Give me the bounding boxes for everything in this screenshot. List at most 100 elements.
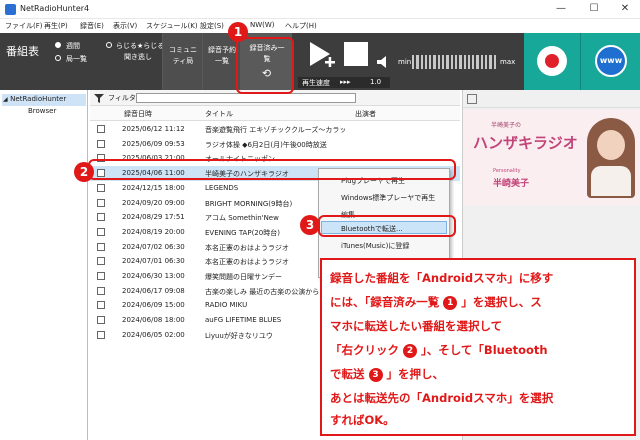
row-checkbox[interactable]	[97, 242, 105, 251]
record-icon	[537, 46, 567, 76]
volume-slider[interactable]	[412, 55, 496, 69]
minimize-button[interactable]: —	[552, 2, 570, 16]
row-checkbox[interactable]	[97, 286, 105, 295]
radiru-label: らじる★らじる	[116, 42, 165, 50]
web-button[interactable]: www	[580, 33, 640, 90]
list-header: 録音日時 タイトル 出演者	[90, 106, 460, 121]
row-checkbox[interactable]	[97, 257, 105, 266]
station-list-radio[interactable]	[55, 55, 61, 61]
step-badge-3: 3	[300, 215, 320, 235]
row-checkbox[interactable]	[97, 301, 105, 310]
title-bar: NetRadioHunter4 — ☐ ✕	[0, 0, 640, 19]
row-checkbox[interactable]	[97, 183, 105, 192]
callout-line-4: 「右クリック 2 」、そして「Bluetooth	[330, 343, 548, 358]
volume-max-label: max	[500, 58, 516, 66]
callout-line-5: で転送 3 」を押し、	[330, 367, 445, 382]
table-row[interactable]: 2025/06/09 09:53 ラジオ体操 ◆6月2日(月)午後00時放送	[90, 137, 460, 152]
community-button[interactable]: コミュニティ局	[162, 33, 202, 90]
toolbar: 番組表 週間 局一覧 らじる★らじる 聞き逃し コミュニティ局 録音予約一覧 録…	[0, 33, 640, 90]
row-checkbox[interactable]	[97, 272, 105, 280]
window-title: NetRadioHunter4	[20, 4, 90, 13]
speed-label: 再生速度	[302, 79, 330, 87]
missed-label: 聞き逃し	[124, 53, 152, 61]
image-icon[interactable]	[467, 94, 477, 104]
row-checkbox[interactable]	[97, 125, 105, 133]
menu-help[interactable]: ヘルプ(H)	[285, 21, 317, 31]
radiru-radio[interactable]	[106, 42, 112, 48]
step-badge-2: 2	[74, 162, 94, 182]
banner-personality-name: 半崎美子	[493, 179, 530, 189]
menu-play[interactable]: 再生(P)	[44, 21, 68, 31]
step-badge-1: 1	[228, 22, 248, 42]
close-button[interactable]: ✕	[616, 2, 634, 16]
row-date: 2024/09/20 09:00	[122, 198, 185, 207]
row-date: 2024/06/09 15:00	[122, 301, 185, 310]
maximize-button[interactable]: ☐	[585, 2, 603, 16]
tree-root-label: NetRadioHunter	[10, 95, 67, 103]
column-date[interactable]: 録音日時	[124, 109, 152, 119]
instruction-callout: 録音した番組を「Androidスマホ」に移す には、「録音済み一覧 1 」を選択…	[320, 258, 636, 436]
app-icon	[5, 4, 16, 15]
row-date: 2024/06/05 02:00	[122, 330, 185, 339]
row-date: 2024/06/30 13:00	[122, 272, 185, 280]
row-date: 2024/08/29 17:51	[122, 213, 185, 222]
stop-icon[interactable]	[344, 42, 368, 66]
callout-badge-1: 1	[443, 296, 458, 310]
speed-value: 1.0	[370, 78, 382, 86]
highlight-bluetooth-item	[318, 215, 456, 237]
station-list-label: 局一覧	[66, 55, 87, 63]
row-checkbox[interactable]	[97, 213, 105, 222]
program-banner: 半崎美子の ハンザキラジオ Personality 半崎美子	[463, 110, 640, 205]
ctx-itunes[interactable]: iTunes(Music)に登録	[341, 241, 409, 251]
column-performer[interactable]: 出演者	[355, 109, 376, 119]
menu-file[interactable]: ファイル(F)	[5, 21, 43, 31]
expand-icon[interactable]: ◢	[3, 96, 8, 103]
info-toolbar	[463, 90, 640, 108]
tree-item-browser[interactable]: Browser	[28, 107, 56, 115]
menu-network[interactable]: NW(W)	[250, 21, 275, 29]
highlight-recorded-list	[236, 37, 294, 94]
table-row[interactable]: 2025/06/12 11:12 音楽遊覧飛行 エキゾチッククルーズ〜カラッと…	[90, 122, 460, 137]
row-checkbox[interactable]	[97, 198, 105, 207]
callout-line-3: マホに転送したい番組を選択して	[330, 319, 503, 333]
callout-line-1: 録音した番組を「Androidスマホ」に移す	[330, 271, 554, 285]
record-button[interactable]	[524, 33, 580, 90]
menu-schedule[interactable]: スケジュール(K)	[146, 21, 198, 31]
speaker-icon[interactable]	[376, 55, 390, 69]
banner-title: ハンザキラジオ	[473, 134, 578, 152]
volume-min-label: min	[398, 58, 412, 66]
row-checkbox[interactable]	[97, 139, 105, 148]
globe-icon: www	[595, 45, 627, 77]
row-title: 音楽遊覧飛行 エキゾチッククルーズ〜カラッと…	[205, 126, 345, 134]
reservations-label: 録音予約一覧	[208, 46, 236, 65]
row-checkbox[interactable]	[97, 330, 105, 339]
row-date: 2025/06/12 11:12	[122, 125, 185, 133]
row-checkbox[interactable]	[97, 227, 105, 236]
host-photo	[587, 118, 635, 198]
program-table-label[interactable]: 番組表	[6, 43, 39, 59]
row-checkbox[interactable]	[97, 316, 105, 325]
speed-bar[interactable]: 再生速度 ▸▸▸ 1.0	[298, 77, 390, 88]
row-title: ラジオ体操 ◆6月2日(月)午後00時放送	[205, 140, 327, 149]
menu-record[interactable]: 録音(E)	[80, 21, 104, 31]
weekly-radio[interactable]	[55, 42, 61, 48]
filter-label: フィルタ	[108, 94, 136, 102]
ctx-play-windows[interactable]: Windows標準プレーヤで再生	[341, 193, 435, 203]
banner-personality-label: Personality	[493, 168, 521, 174]
menu-view[interactable]: 表示(V)	[113, 21, 137, 31]
row-date: 2024/08/19 20:00	[122, 227, 185, 236]
highlight-selected-row	[88, 159, 456, 180]
speed-arrows-icon: ▸▸▸	[340, 78, 351, 86]
banner-caption: 半崎美子の	[491, 122, 522, 129]
column-title[interactable]: タイトル	[205, 109, 233, 119]
play-add-icon[interactable]	[306, 39, 336, 71]
filter-icon	[94, 94, 104, 103]
filter-input[interactable]	[136, 93, 356, 103]
callout-line-6: あとは転送先の「Androidスマホ」を選択	[330, 391, 554, 405]
menu-settings[interactable]: 設定(S)	[200, 21, 224, 31]
callout-line-2: には、「録音済み一覧 1 」を選択し、ス	[330, 295, 542, 310]
row-date: 2024/12/15 18:00	[122, 183, 185, 192]
row-date: 2024/06/08 18:00	[122, 316, 185, 325]
tree-root[interactable]: ◢ NetRadioHunter	[2, 94, 86, 106]
callout-badge-3: 3	[368, 368, 383, 382]
